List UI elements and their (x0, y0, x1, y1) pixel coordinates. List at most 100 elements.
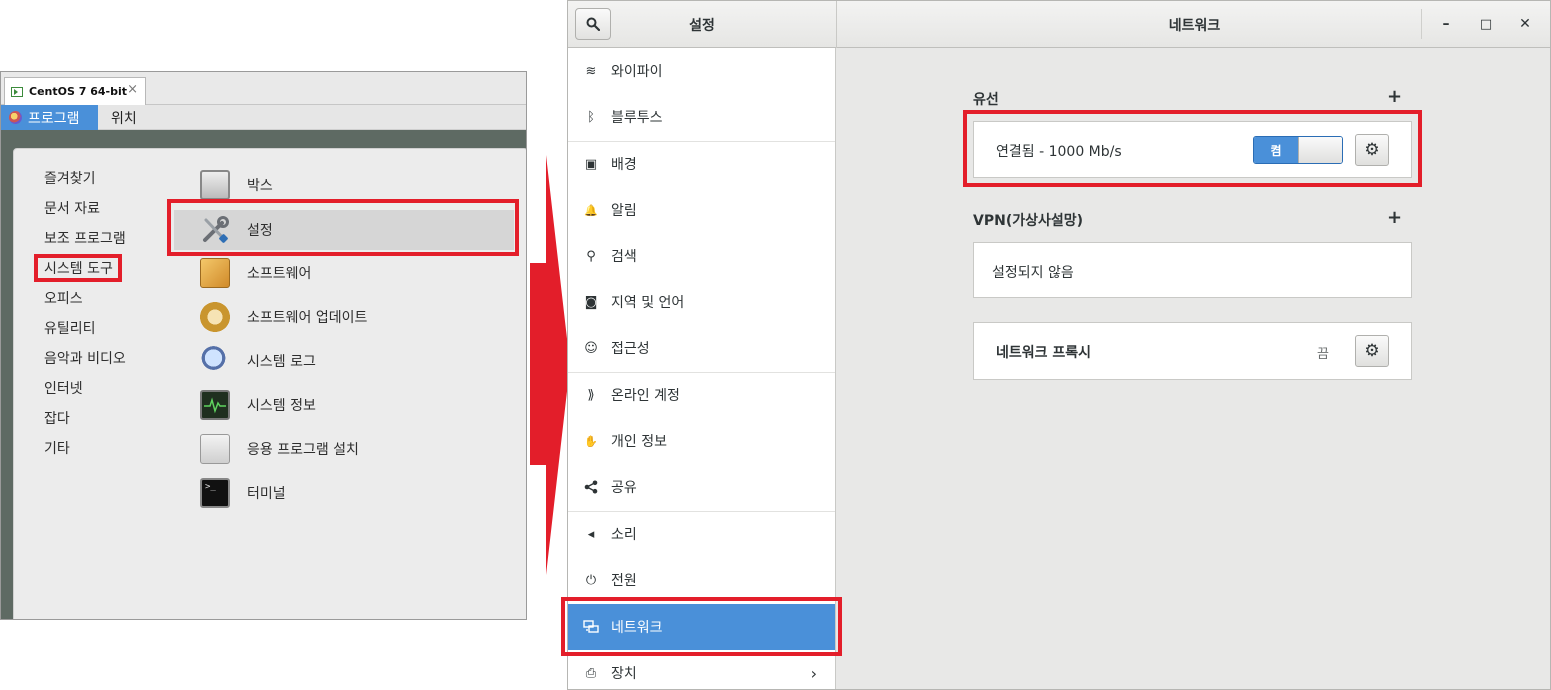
vpn-section-title: VPN(가상사설망) (973, 213, 1084, 229)
vm-window: CentOS 7 64-bit × 프로그램 위치 즐겨찾기 문서 자료 보조 … (0, 71, 527, 620)
category-sound-video[interactable]: 음악과 비디오 (44, 349, 126, 369)
sidebar-item-devices[interactable]: ⎙ 장치 › (568, 650, 835, 689)
boxes-icon (200, 170, 230, 200)
app-label: 박스 (247, 178, 273, 194)
gear-icon: ⚙ (1364, 341, 1380, 361)
network-icon (583, 619, 599, 635)
devices-icon: ⎙ (585, 665, 597, 681)
search-button[interactable] (575, 8, 611, 40)
applications-menu-label: 프로그램 (28, 110, 80, 127)
app-item-terminal[interactable]: >_ 터미널 (200, 474, 286, 512)
category-utilities[interactable]: 유틸리티 (44, 319, 96, 339)
app-item-system-monitor[interactable]: 시스템 정보 (200, 386, 316, 424)
app-item-software[interactable]: 소프트웨어 (200, 254, 311, 292)
add-vpn-button[interactable]: + (1387, 207, 1402, 228)
category-internet[interactable]: 인터넷 (44, 379, 83, 399)
sidebar-item-sharing[interactable]: 공유 (568, 464, 835, 510)
speaker-icon: ◂ (587, 526, 595, 542)
close-icon[interactable]: × (127, 82, 138, 97)
category-accessories[interactable]: 보조 프로그램 (44, 229, 126, 249)
sidebar-item-label: 와이파이 (611, 64, 663, 80)
bluetooth-icon: ᛒ (587, 109, 595, 125)
app-item-system-log[interactable]: 시스템 로그 (200, 342, 316, 380)
search-icon: ⚲ (586, 248, 596, 264)
sidebar-item-sound[interactable]: ◂ 소리 (568, 511, 835, 557)
places-menu-button[interactable]: 위치 (111, 105, 137, 130)
minimize-button[interactable]: – (1435, 13, 1457, 35)
sidebar-item-wifi[interactable]: ≋ 와이파이 (568, 48, 835, 94)
app-label: 응용 프로그램 설치 (247, 442, 359, 458)
network-proxy-state: 끔 (1317, 347, 1329, 362)
maximize-button[interactable]: □ (1475, 13, 1497, 35)
app-label: 시스템 로그 (247, 354, 316, 370)
applications-menu-button[interactable]: 프로그램 (1, 105, 98, 130)
app-label: 소프트웨어 업데이트 (247, 310, 368, 326)
gear-icon: ⚙ (1364, 140, 1380, 160)
network-proxy-label: 네트워크 프록시 (996, 345, 1092, 361)
app-item-settings[interactable]: 설정 (174, 210, 514, 250)
settings-window: 설정 네트워크 – □ ✕ ≋ 와이파이 ᛒ 블루투스 ▣ 배경 🔔 알림 ⚲ … (567, 0, 1551, 690)
share-icon (583, 479, 599, 495)
system-log-icon (200, 346, 230, 376)
toggle-on-label: 켬 (1254, 137, 1298, 163)
sidebar-item-privacy[interactable]: ✋ 개인 정보 (568, 418, 835, 464)
bell-icon: 🔔 (584, 203, 598, 217)
power-plug-icon: ⏻ (585, 572, 597, 588)
app-label: 설정 (247, 223, 273, 239)
vpn-row: 설정되지 않음 (973, 242, 1412, 298)
vm-tab[interactable]: CentOS 7 64-bit × (4, 77, 146, 105)
gnome-foot-icon (9, 111, 22, 124)
sidebar-item-online-accounts[interactable]: ⟫ 온라인 계정 (568, 372, 835, 418)
app-label: 시스템 정보 (247, 398, 316, 414)
sidebar-item-network[interactable]: 네트워크 (568, 604, 835, 650)
sidebar-item-region-language[interactable]: ◙ 지역 및 언어 (568, 279, 835, 325)
software-update-icon (200, 302, 230, 332)
sidebar-item-notifications[interactable]: 🔔 알림 (568, 187, 835, 233)
software-icon (200, 258, 230, 288)
category-office[interactable]: 오피스 (44, 289, 83, 309)
sidebar-item-background[interactable]: ▣ 배경 (568, 141, 835, 187)
sidebar-item-label: 전원 (611, 573, 637, 589)
sidebar-item-label: 검색 (611, 249, 637, 265)
add-wired-button[interactable]: + (1387, 86, 1402, 107)
red-arrow-graphic (530, 155, 570, 575)
search-icon (586, 17, 600, 31)
vm-tab-title: CentOS 7 64-bit (29, 85, 127, 98)
sidebar-item-label: 개인 정보 (611, 434, 667, 450)
sidebar-item-power[interactable]: ⏻ 전원 (568, 557, 835, 603)
sidebar-item-label: 장치 (611, 666, 637, 682)
vm-icon (11, 86, 23, 97)
sidebar-item-label: 배경 (611, 157, 637, 173)
category-sundry[interactable]: 잡다 (44, 409, 70, 429)
category-system-tools[interactable]: 시스템 도구 (44, 259, 113, 279)
app-label: 터미널 (247, 486, 286, 502)
window-controls-separator (1421, 9, 1422, 39)
sidebar-item-label: 지역 및 언어 (611, 295, 685, 311)
sidebar-item-accessibility[interactable]: ☺ 접근성 (568, 325, 835, 371)
close-button[interactable]: ✕ (1514, 13, 1536, 35)
system-monitor-icon (200, 390, 230, 420)
accessibility-icon: ☺ (584, 340, 598, 356)
category-favorites[interactable]: 즐겨찾기 (44, 169, 96, 189)
app-label: 소프트웨어 (247, 266, 312, 282)
category-other[interactable]: 기타 (44, 439, 70, 459)
sidebar-item-search[interactable]: ⚲ 검색 (568, 233, 835, 279)
sidebar-item-label: 네트워크 (611, 620, 663, 636)
network-panel: 유선 + 연결됨 - 1000 Mb/s 켬 ⚙ VPN(가상사설망) + 설정… (837, 48, 1550, 689)
app-item-app-install[interactable]: 응용 프로그램 설치 (200, 430, 359, 468)
network-proxy-row[interactable]: 네트워크 프록시 끔 ⚙ (973, 322, 1412, 380)
wired-settings-button[interactable]: ⚙ (1355, 134, 1389, 166)
sidebar-item-label: 공유 (611, 480, 637, 496)
gnome-topbar: 프로그램 위치 (1, 105, 526, 130)
sidebar-item-label: 블루투스 (611, 110, 663, 126)
vpn-status: 설정되지 않음 (992, 265, 1074, 281)
sidebar-item-label: 접근성 (611, 341, 650, 357)
wired-toggle-switch[interactable]: 켬 (1253, 136, 1343, 164)
app-item-boxes[interactable]: 박스 (200, 166, 273, 204)
proxy-settings-button[interactable]: ⚙ (1355, 335, 1389, 367)
sidebar-item-bluetooth[interactable]: ᛒ 블루투스 (568, 94, 835, 140)
category-documentation[interactable]: 문서 자료 (44, 199, 100, 219)
background-icon: ▣ (584, 156, 598, 172)
region-icon: ◙ (584, 294, 598, 310)
app-item-software-update[interactable]: 소프트웨어 업데이트 (200, 298, 367, 336)
